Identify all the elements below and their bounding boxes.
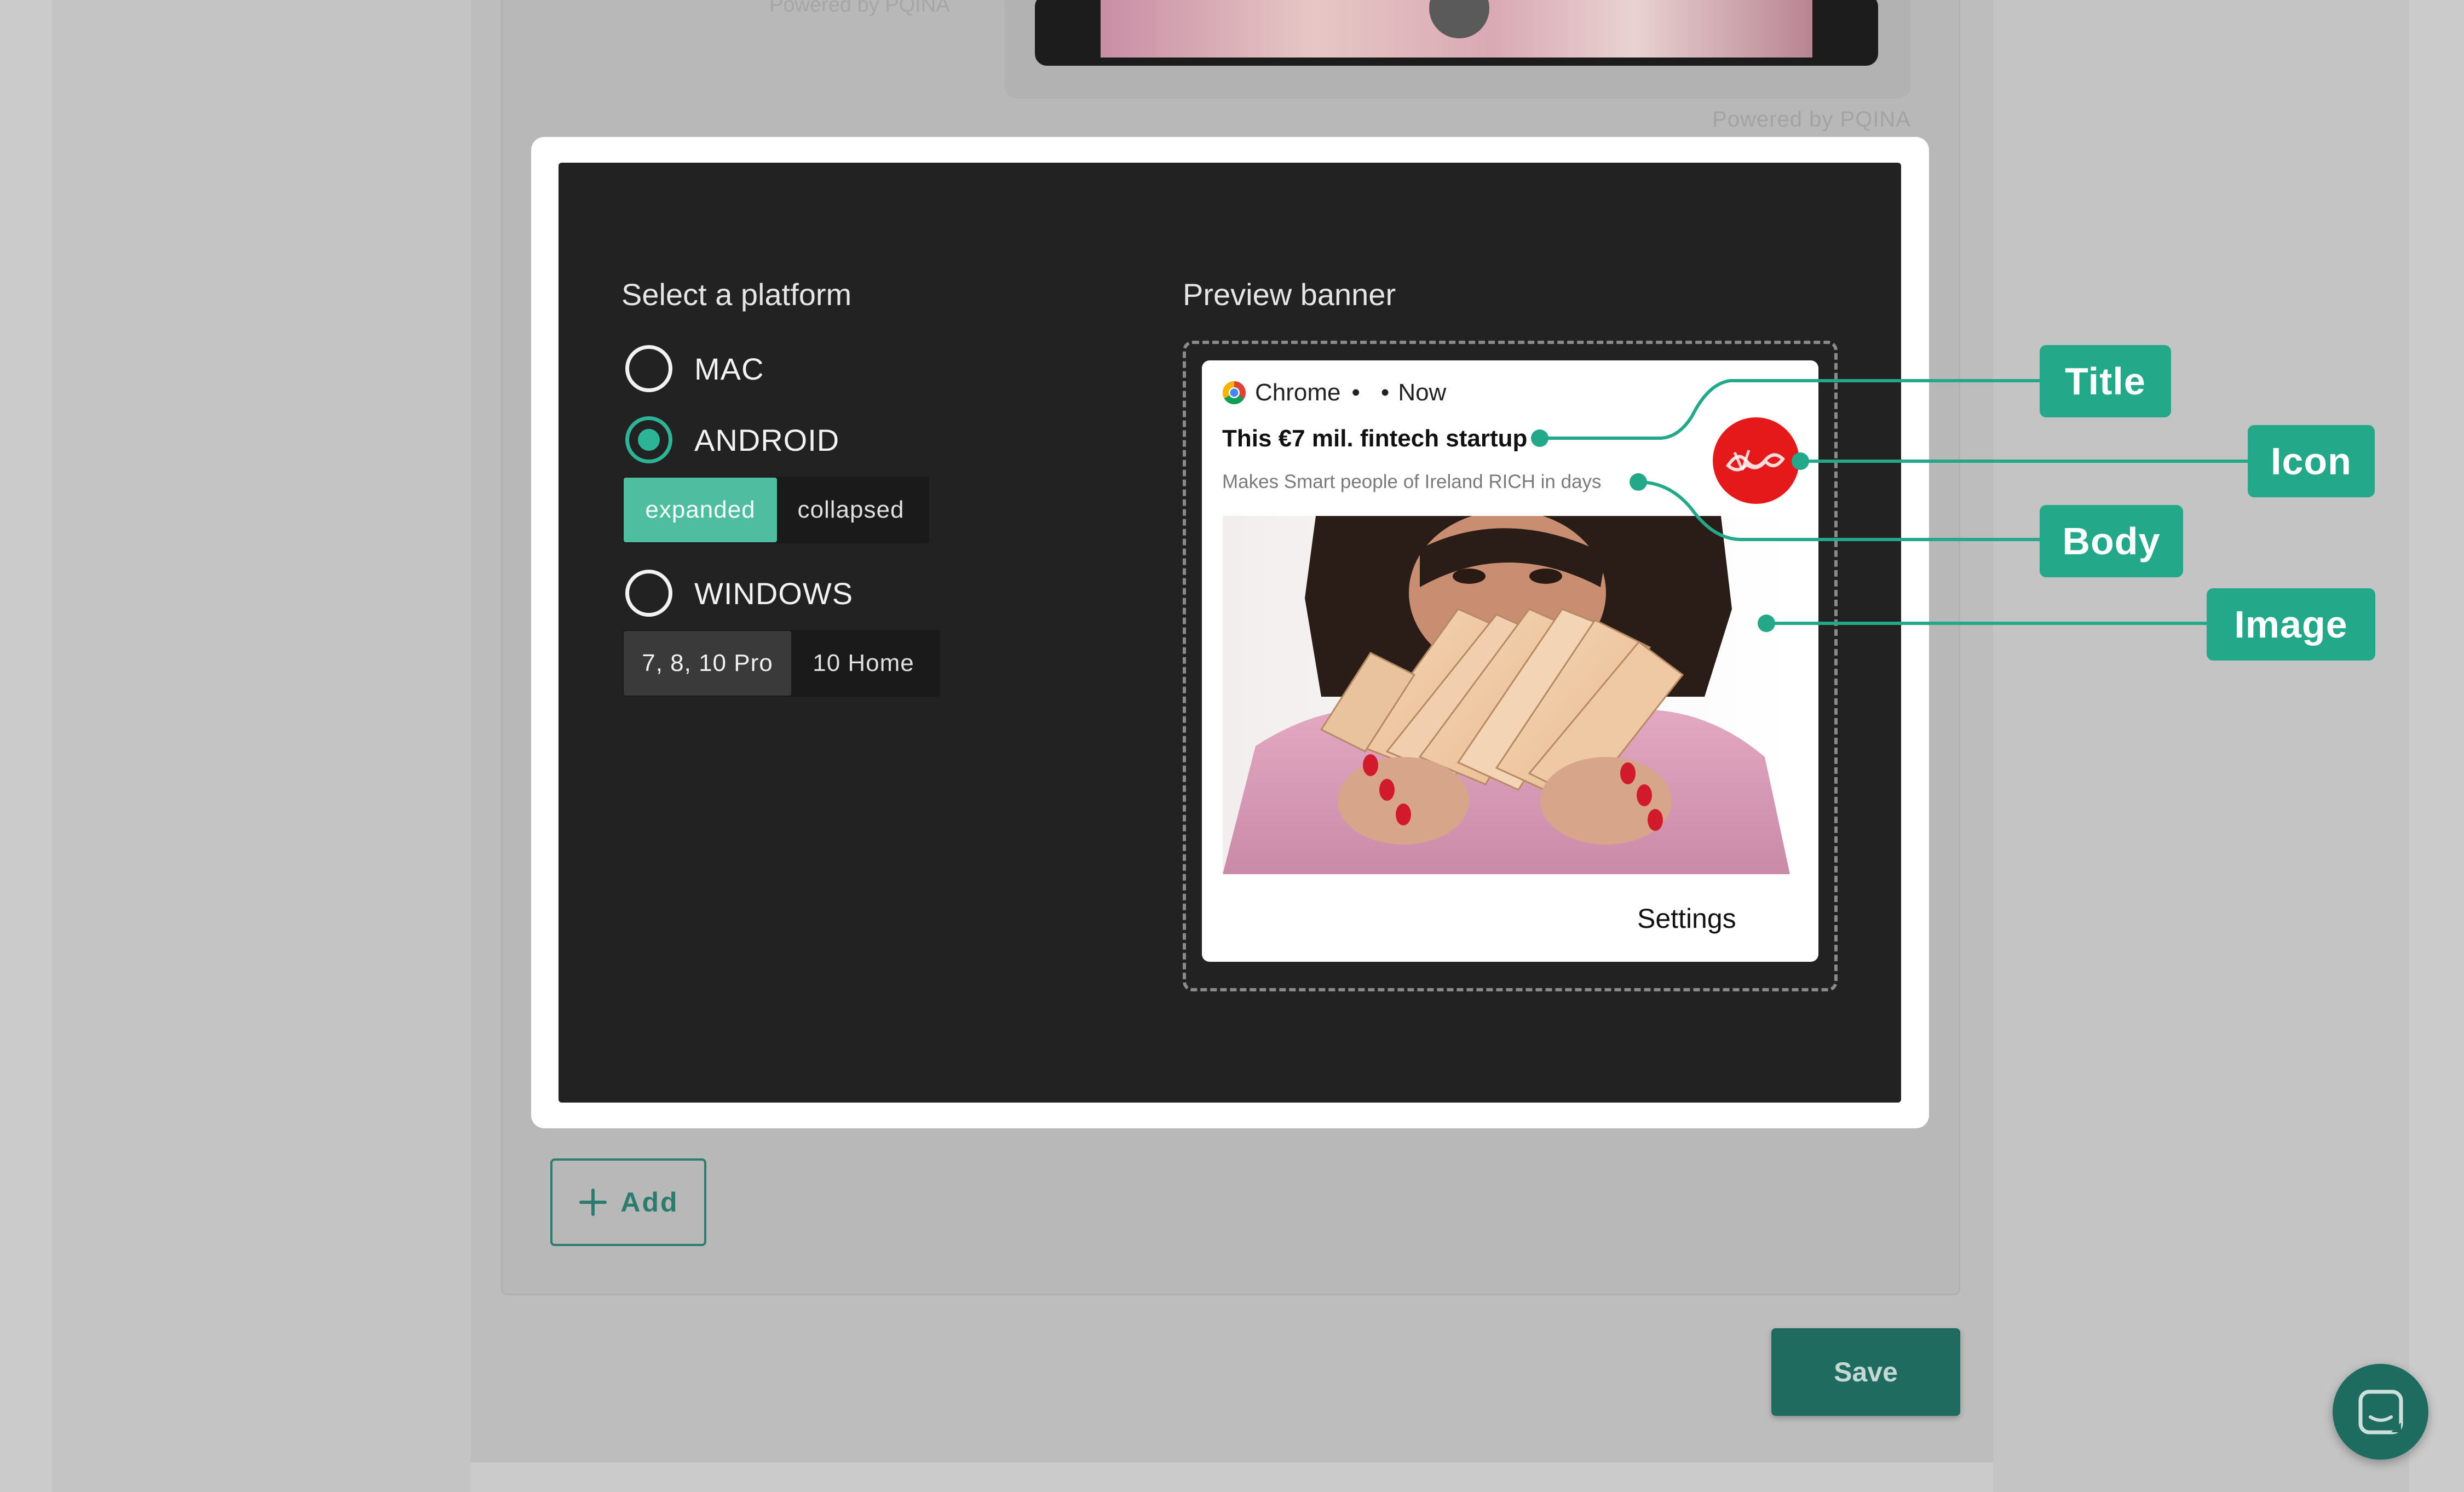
save-button-label: Save (1834, 1357, 1898, 1387)
powered-by-label: Powered by PQINA (1712, 107, 1911, 131)
header-separator-2: • (1380, 379, 1390, 406)
windows-pro-option[interactable]: 7, 8, 10 Pro (624, 631, 791, 696)
image-editor-preview (1035, 0, 1878, 66)
chrome-icon (1222, 381, 1246, 405)
notification-header: Chrome • • Now (1222, 379, 1446, 406)
notification-body: Makes Smart people of Ireland RICH in da… (1222, 471, 1602, 492)
windows-radio[interactable] (625, 570, 672, 617)
page-left-gutter (52, 0, 471, 1492)
notification-icon (1713, 417, 1799, 504)
icon-callout-tag: Icon (2248, 425, 2375, 497)
notification-settings-button[interactable]: Settings (1637, 903, 1736, 934)
page-right-gutter (1993, 0, 2409, 1492)
android-collapsed-option[interactable]: collapsed (777, 478, 925, 542)
preview-section-title: Preview banner (1183, 277, 1396, 312)
add-button-label: Add (620, 1187, 679, 1218)
notification-title: This €7 mil. fintech startup (1222, 425, 1528, 452)
plus-icon (579, 1189, 607, 1216)
image-callout-tag: Image (2207, 588, 2375, 661)
mac-label: MAC (694, 351, 764, 386)
money-photo (1223, 516, 1790, 874)
platform-option-windows[interactable]: WINDOWS (625, 570, 853, 617)
save-button[interactable]: Save (1771, 1328, 1960, 1416)
windows-home-option[interactable]: 10 Home (791, 631, 936, 696)
notification-image (1223, 516, 1790, 874)
radio-selected-dot (638, 429, 660, 451)
header-separator: • (1351, 379, 1360, 406)
android-expanded-option[interactable]: expanded (624, 478, 777, 542)
android-mode-toggle: expanded collapsed (623, 477, 929, 543)
android-label: ANDROID (694, 422, 840, 457)
windows-version-toggle: 7, 8, 10 Pro 10 Home (623, 630, 940, 697)
platform-option-android[interactable]: ANDROID (625, 416, 839, 463)
platform-option-mac[interactable]: MAC (625, 345, 764, 392)
powered-by-label-top: Powered by PQINA (769, 0, 950, 16)
chat-launcher-button[interactable] (2333, 1364, 2428, 1460)
windows-label: WINDOWS (694, 576, 854, 611)
mac-radio[interactable] (625, 345, 672, 392)
virgin-logo-icon (1713, 417, 1799, 504)
title-callout-tag: Title (2040, 345, 2171, 417)
add-button[interactable]: Add (550, 1158, 706, 1246)
body-callout-tag: Body (2040, 505, 2183, 577)
platform-section-title: Select a platform (621, 277, 852, 312)
notification-time: Now (1398, 379, 1447, 406)
notification-app-name: Chrome (1255, 379, 1341, 406)
android-radio[interactable] (625, 416, 672, 463)
chat-icon (2358, 1390, 2403, 1434)
